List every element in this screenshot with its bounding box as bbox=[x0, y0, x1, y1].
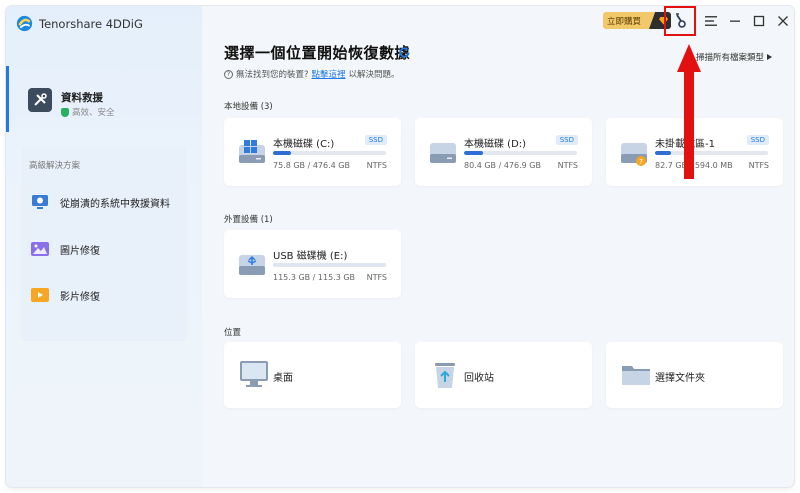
section-locations: 位置 bbox=[224, 328, 242, 338]
menu-icon bbox=[705, 16, 717, 26]
app-window: Tenorshare 4DDiG 資料救援 高效、安全 高級解決方案 從崩潰的系… bbox=[6, 6, 794, 487]
location-recycle-bin[interactable]: 回收站 bbox=[415, 342, 592, 408]
app-name: Tenorshare 4DDiG bbox=[39, 16, 143, 31]
drive-size: 75.8 GB / 476.4 GB bbox=[273, 161, 350, 170]
svg-text:?: ? bbox=[639, 158, 643, 166]
usage-fill bbox=[273, 151, 292, 155]
recycle-bin-icon bbox=[435, 363, 455, 388]
folder-icon bbox=[622, 366, 650, 385]
minimize-icon bbox=[730, 20, 740, 22]
usage-fill bbox=[273, 263, 386, 267]
sidebar-item-data-recovery[interactable]: 資料救援 高效、安全 bbox=[6, 66, 202, 132]
sidebar-item-photo-repair[interactable]: 圖片修復 bbox=[29, 239, 100, 259]
usage-bar bbox=[273, 263, 386, 267]
help-line: ? 無法找到您的裝置? 點擊這裡 以解決問題。 bbox=[224, 68, 400, 80]
usb-drive-icon bbox=[239, 255, 265, 275]
drive-filesystem: NTFS bbox=[748, 161, 769, 170]
ssd-badge: SSD bbox=[364, 135, 387, 145]
sidebar-item-video-repair[interactable]: 影片修復 bbox=[29, 285, 100, 305]
main-content: 立即購買 選擇一個位置開始恢復數據 ? 無法找到您的裝置? 點擊這裡 以解決問題… bbox=[202, 6, 794, 487]
advanced-solutions-title: 高級解決方案 bbox=[29, 161, 81, 171]
section-local-devices: 本地設備 (3) bbox=[224, 102, 273, 112]
section-external-devices: 外置設備 (1) bbox=[224, 215, 273, 225]
scan-file-types-button[interactable]: 掃描所有檔案類型 bbox=[696, 51, 772, 63]
drive-name: 本機磁碟 (D:) bbox=[464, 139, 527, 150]
usage-fill bbox=[464, 151, 484, 155]
windows-drive-icon bbox=[239, 140, 265, 163]
active-indicator bbox=[6, 66, 9, 132]
close-button[interactable] bbox=[772, 10, 794, 32]
advanced-solutions-panel: 高級解決方案 從崩潰的系統中救援資料 圖片修復 影片修復 bbox=[21, 145, 187, 341]
sidebar-item-crashed-system[interactable]: 從崩潰的系統中救援資料 bbox=[29, 192, 170, 212]
buy-now-button[interactable]: 立即購買 bbox=[603, 12, 671, 29]
triangle-right-icon bbox=[767, 54, 772, 60]
drive-card-c[interactable]: 本機磁碟 (C:) SSD 75.8 GB / 476.4 GB NTFS bbox=[224, 118, 401, 186]
video-icon bbox=[29, 285, 51, 305]
drive-size: 115.3 GB / 115.3 GB bbox=[273, 273, 356, 282]
unmounted-drive-icon: ? bbox=[621, 143, 647, 166]
location-desktop[interactable]: 桌面 bbox=[224, 342, 401, 408]
location-select-folder[interactable]: 選擇文件夾 bbox=[606, 342, 783, 408]
ssd-badge: SSD bbox=[555, 135, 578, 145]
desktop-icon bbox=[240, 361, 268, 387]
maximize-icon bbox=[753, 15, 765, 27]
brand: Tenorshare 4DDiG bbox=[16, 15, 143, 32]
shield-icon bbox=[61, 107, 69, 117]
red-arrow-icon bbox=[677, 44, 701, 179]
photo-icon bbox=[29, 239, 51, 259]
usage-bar bbox=[655, 151, 768, 155]
maximize-button[interactable] bbox=[748, 10, 770, 32]
menu-button[interactable] bbox=[700, 10, 722, 32]
usage-fill bbox=[655, 151, 671, 155]
sidebar-item-label: 從崩潰的系統中救援資料 bbox=[60, 198, 170, 210]
sidebar-item-sub: 高效、安全 bbox=[61, 106, 115, 118]
app-logo-icon bbox=[16, 15, 33, 32]
drive-filesystem: NTFS bbox=[366, 161, 387, 170]
page-title: 選擇一個位置開始恢復數據 bbox=[224, 44, 411, 62]
location-label: 選擇文件夾 bbox=[655, 373, 705, 384]
question-icon: ? bbox=[224, 69, 233, 79]
buy-now-label: 立即購買 bbox=[607, 16, 642, 27]
usage-bar bbox=[464, 151, 577, 155]
drive-name: USB 磁碟機 (E:) bbox=[273, 251, 348, 262]
drive-card-usb[interactable]: USB 磁碟機 (E:) 115.3 GB / 115.3 GB NTFS bbox=[224, 230, 401, 298]
drive-name: 本機磁碟 (C:) bbox=[273, 139, 335, 150]
drive-size: 80.4 GB / 476.9 GB bbox=[464, 161, 541, 170]
refresh-icon[interactable] bbox=[398, 46, 411, 59]
minimize-button[interactable] bbox=[724, 10, 746, 32]
sidebar-item-label: 影片修復 bbox=[60, 291, 100, 303]
crashed-computer-icon bbox=[29, 192, 51, 212]
tools-icon bbox=[28, 88, 52, 112]
close-icon bbox=[778, 16, 788, 26]
hard-drive-icon bbox=[430, 143, 456, 163]
drive-filesystem: NTFS bbox=[557, 161, 578, 170]
usage-bar bbox=[273, 151, 386, 155]
drive-card-d[interactable]: 本機磁碟 (D:) SSD 80.4 GB / 476.9 GB NTFS bbox=[415, 118, 592, 186]
highlight-box bbox=[664, 6, 696, 36]
ssd-badge: SSD bbox=[746, 135, 769, 145]
sidebar-item-label: 圖片修復 bbox=[60, 245, 100, 257]
drive-filesystem: NTFS bbox=[366, 273, 387, 282]
sidebar: Tenorshare 4DDiG 資料救援 高效、安全 高級解決方案 從崩潰的系… bbox=[6, 6, 202, 487]
click-here-link[interactable]: 點擊這裡 bbox=[312, 68, 346, 80]
location-label: 回收站 bbox=[464, 373, 494, 384]
location-label: 桌面 bbox=[273, 373, 293, 384]
sidebar-item-label: 資料救援 bbox=[61, 92, 103, 104]
